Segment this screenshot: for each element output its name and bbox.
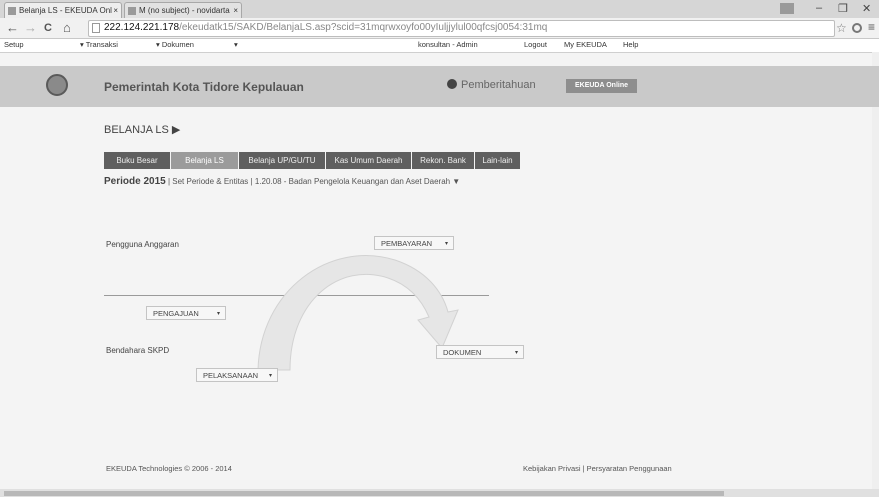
close-icon[interactable]: × — [233, 3, 238, 18]
notification-label: Pemberitahuan — [461, 79, 536, 91]
app-menubar: Setup ▾ Transaksi ▾ Dokumen ▾ konsultan … — [0, 39, 879, 53]
close-icon[interactable]: × — [113, 3, 118, 18]
pembayaran-label: PEMBAYARAN — [381, 239, 432, 248]
menu-dokumen[interactable]: ▾ Dokumen — [156, 40, 194, 49]
tab-belanja-ls[interactable]: Belanja LS — [171, 152, 238, 169]
menu-setup[interactable]: Setup — [4, 40, 24, 49]
page-title: BELANJA LS ▶ — [104, 124, 181, 136]
browser-tab-inactive[interactable]: M (no subject) - novidarta × — [124, 2, 242, 18]
page-info-icon[interactable] — [92, 23, 100, 33]
horizontal-scrollbar-thumb[interactable] — [4, 491, 724, 496]
tab-rekon-bank[interactable]: Rekon. Bank — [412, 152, 474, 169]
pembayaran-dropdown[interactable]: PEMBAYARAN ▾ — [374, 236, 454, 250]
chevron-down-icon: ▾ — [444, 241, 448, 247]
help-link[interactable]: Help — [623, 40, 638, 49]
tab-buku-besar[interactable]: Buku Besar — [104, 152, 170, 169]
tab-lain-lain[interactable]: Lain-lain — [475, 152, 520, 169]
logout-link[interactable]: Logout — [524, 40, 547, 49]
tab-belanja-up[interactable]: Belanja UP/GU/TU — [239, 152, 325, 169]
bendahara-skpd-label: Bendahara SKPD — [106, 346, 170, 355]
dokumen-label: DOKUMEN — [443, 348, 482, 357]
org-name: Pemerintah Kota Tidore Kepulauan — [104, 80, 304, 94]
browser-tab-label: M (no subject) - novidarta — [139, 6, 230, 15]
page-icon — [8, 7, 16, 15]
bell-icon — [447, 79, 457, 89]
reload-icon[interactable]: C — [44, 20, 52, 36]
pengguna-anggaran-label: Pengguna Anggaran — [106, 240, 179, 249]
vertical-scrollbar[interactable] — [872, 52, 879, 489]
my-ekeuda-link[interactable]: My EKEUDA — [564, 40, 607, 49]
flow-arrow — [257, 255, 459, 371]
extension-icon[interactable] — [852, 23, 862, 33]
forward-icon[interactable]: → — [24, 20, 37, 36]
bookmark-star-icon[interactable]: ☆ — [836, 21, 847, 35]
pelaksanaan-label: PELAKSANAAN — [203, 371, 259, 380]
menu-more[interactable]: ▾ — [234, 40, 238, 49]
pelaksanaan-dropdown[interactable]: PELAKSANAAN ▾ — [196, 368, 278, 382]
user-profile-icon[interactable] — [780, 3, 794, 14]
footer-links[interactable]: Kebijakan Privasi | Persyaratan Pengguna… — [523, 464, 672, 473]
footer-copyright: EKEUDA Technologies © 2006 - 2014 — [106, 464, 232, 473]
user-label: konsultan - Admin — [418, 40, 478, 49]
notification-link[interactable]: Pemberitahuan — [447, 79, 536, 91]
menu-transaksi[interactable]: ▾ Transaksi — [80, 40, 118, 49]
chevron-down-icon: ▾ — [216, 311, 220, 317]
browser-tab-active[interactable]: Belanja LS - EKEUDA Onl × — [4, 2, 122, 18]
periode-bar[interactable]: Periode 2015 | Set Periode & Entitas | 1… — [104, 176, 460, 187]
pengajuan-label: PENGAJUAN — [153, 309, 199, 318]
browser-tab-label: Belanja LS - EKEUDA Onl — [19, 6, 112, 15]
tab-kas-umum[interactable]: Kas Umum Daerah — [326, 152, 411, 169]
window-close-icon[interactable]: ✕ — [862, 2, 871, 15]
minimize-icon[interactable]: – — [816, 2, 822, 14]
chevron-down-icon: ▾ — [514, 350, 518, 356]
periode-entity: | Set Periode & Entitas | 1.20.08 - Bada… — [167, 177, 461, 186]
chevron-down-icon: ▾ — [268, 373, 272, 379]
mail-icon — [128, 7, 136, 15]
browser-menu-icon[interactable]: ≡ — [868, 20, 875, 34]
pengajuan-dropdown[interactable]: PENGAJUAN ▾ — [146, 306, 226, 320]
maximize-icon[interactable]: ❐ — [838, 2, 848, 15]
dokumen-dropdown[interactable]: DOKUMEN ▾ — [436, 345, 524, 359]
ekeuda-online-badge: EKEUDA Online — [566, 79, 637, 93]
periode-label: Periode 2015 — [104, 176, 166, 187]
back-icon[interactable]: ← — [6, 20, 19, 36]
url-text: 222.124.221.178/ekeudatk15/SAKD/BelanjaL… — [104, 22, 548, 33]
home-icon[interactable]: ⌂ — [63, 20, 71, 36]
city-logo — [46, 74, 68, 96]
curved-arrow-shape — [257, 255, 459, 371]
